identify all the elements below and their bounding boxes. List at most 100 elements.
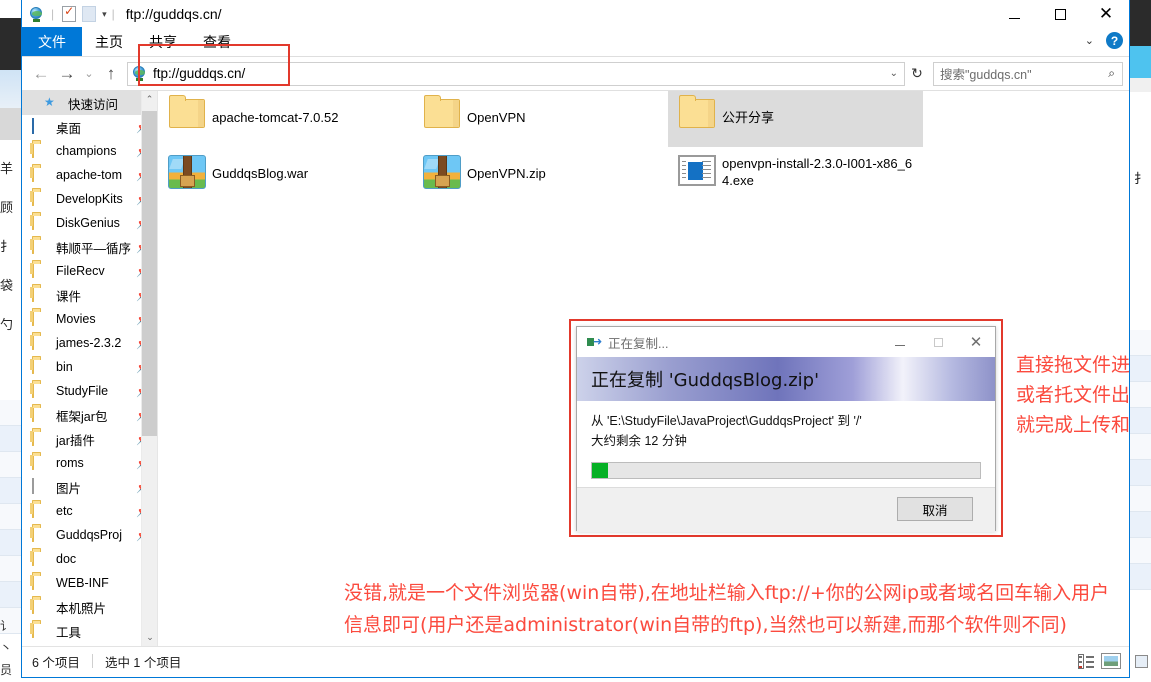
folder-icon xyxy=(32,502,50,519)
sidebar-item-apache-tom[interactable]: apache-tom 📌 xyxy=(22,163,157,187)
sidebar-item-studyfile[interactable]: StudyFile 📌 xyxy=(22,379,157,403)
sidebar-item-label: 本机照片 xyxy=(56,601,107,616)
sidebar-item-desktop[interactable]: 桌面 📌 xyxy=(22,115,157,139)
large-icons-view-icon[interactable] xyxy=(1101,653,1121,669)
folder-icon xyxy=(32,262,50,279)
sidebar-item-pictures[interactable]: 图片 📌 xyxy=(22,475,157,499)
globe-icon xyxy=(132,66,147,81)
chevron-down-icon[interactable]: ⌄ xyxy=(890,68,898,79)
sidebar-item-kejian[interactable]: 课件 📌 xyxy=(22,283,157,307)
sidebar-item-benjizhaopian[interactable]: 本机照片 xyxy=(22,595,157,619)
tab-file[interactable]: 文件 xyxy=(22,27,82,56)
sidebar-item-james[interactable]: james-2.3.2 📌 xyxy=(22,331,157,355)
qat-separator: | xyxy=(51,7,55,21)
search-input[interactable]: 搜索"guddqs.cn" ⌕ xyxy=(933,61,1123,86)
details-view-icon[interactable] xyxy=(1078,653,1095,669)
file-name: GuddqsBlog.war xyxy=(212,166,309,181)
dialog-minimize-button[interactable] xyxy=(881,327,919,357)
file-row-1: apache-tomcat-7.0.52 OpenVPN 公开分享 xyxy=(158,91,1129,147)
file-grid: apache-tomcat-7.0.52 OpenVPN 公开分享 Guddqs… xyxy=(158,91,1129,203)
sidebar-item-diskgenius[interactable]: DiskGenius 📌 xyxy=(22,211,157,235)
file-item-openvpn-installer[interactable]: openvpn-install-2.3.0-I001-x86_64.exe xyxy=(668,147,923,203)
pictures-icon xyxy=(32,478,50,495)
maximize-button[interactable] xyxy=(1037,0,1083,28)
dialog-close-button[interactable]: ✕ xyxy=(957,327,995,357)
file-explorer-window: | ▾ | ftp://guddqs.cn/ ✕ 文件 主页 共享 xyxy=(21,0,1130,678)
folder-icon xyxy=(32,454,50,471)
close-button[interactable]: ✕ xyxy=(1083,0,1129,28)
file-item-guddqsblog-war[interactable]: GuddqsBlog.war xyxy=(158,147,413,203)
sidebar-item-champions[interactable]: champions 📌 xyxy=(22,139,157,163)
scrollbar-thumb[interactable] xyxy=(142,111,157,436)
sidebar-item-quick-access[interactable]: ★ 快速访问 xyxy=(22,91,157,115)
explorer-body: ★ 快速访问 桌面 📌 champions 📌 xyxy=(22,90,1129,646)
ftp-site-icon[interactable] xyxy=(26,4,46,24)
file-item-openvpn-zip[interactable]: OpenVPN.zip xyxy=(413,147,668,203)
folder-icon xyxy=(162,95,212,128)
file-name: OpenVPN xyxy=(467,110,526,125)
sidebar-item-filerecv[interactable]: FileRecv 📌 xyxy=(22,259,157,283)
tab-home[interactable]: 主页 xyxy=(82,27,136,56)
ribbon-tabs: 文件 主页 共享 查看 ⌄ ? xyxy=(22,27,1129,57)
sidebar-item-label: DiskGenius xyxy=(56,216,120,230)
help-icon[interactable]: ? xyxy=(1106,32,1123,49)
sidebar-item-label: 桌面 xyxy=(56,121,82,136)
back-button[interactable]: ← xyxy=(28,61,54,87)
forward-button[interactable]: → xyxy=(54,61,80,87)
minimize-button[interactable] xyxy=(991,0,1037,28)
sidebar-item-label: jar插件 xyxy=(56,433,95,448)
sidebar-item-gongju[interactable]: 工具 xyxy=(22,619,157,643)
star-icon: ★ xyxy=(44,95,55,109)
dialog-title-bar: ➜ 正在复制... ✕ xyxy=(577,327,995,357)
folder-icon xyxy=(32,190,50,207)
recent-locations-button[interactable]: ⌄ xyxy=(80,61,98,87)
folder-icon xyxy=(417,95,467,128)
sidebar-item-hanshunping[interactable]: 韩顺平—循序 📌 xyxy=(22,235,157,259)
folder-icon xyxy=(32,550,50,567)
sidebar-item-etc[interactable]: etc 📌 xyxy=(22,499,157,523)
zip-archive-icon xyxy=(417,153,467,189)
sidebar-item-doc[interactable]: doc xyxy=(22,547,157,571)
nav-scrollbar[interactable]: ⌃ ⌄ xyxy=(141,91,157,646)
file-item-public-share[interactable]: 公开分享 xyxy=(668,91,923,147)
sidebar-item-label: 图片 xyxy=(56,481,82,496)
sidebar-item-developkits[interactable]: DevelopKits 📌 xyxy=(22,187,157,211)
file-name: OpenVPN.zip xyxy=(467,166,546,181)
address-bar-row: ← → ⌄ ↑ ftp://guddqs.cn/ ⌄ ↻ 搜索"guddqs.c… xyxy=(22,44,1129,90)
sidebar-item-roms[interactable]: roms 📌 xyxy=(22,451,157,475)
search-icon[interactable]: ⌕ xyxy=(1108,66,1115,81)
sidebar-item-jarplugin[interactable]: jar插件 📌 xyxy=(22,427,157,451)
scroll-up-icon[interactable]: ⌃ xyxy=(142,91,157,108)
sidebar-item-label: doc xyxy=(56,552,77,566)
copy-progress-dialog: ➜ 正在复制... ✕ 正在复制 'GuddqsBlog.zip' 从 'E:\… xyxy=(576,326,996,532)
sidebar-item-label: 框架jar包 xyxy=(56,409,108,424)
dialog-title-text: 正在复制... xyxy=(608,336,669,351)
dialog-banner: 正在复制 'GuddqsBlog.zip' xyxy=(577,357,995,401)
up-button[interactable]: ↑ xyxy=(98,61,124,87)
tab-view[interactable]: 查看 xyxy=(190,27,244,56)
cancel-button[interactable]: 取消 xyxy=(897,497,973,521)
progress-bar xyxy=(591,462,981,479)
new-folder-icon[interactable] xyxy=(79,4,99,24)
refresh-icon[interactable]: ↻ xyxy=(905,62,929,86)
executable-icon xyxy=(672,153,722,186)
address-input[interactable]: ftp://guddqs.cn/ ⌄ xyxy=(127,61,905,86)
sidebar-item-web-inf[interactable]: WEB-INF xyxy=(22,571,157,595)
properties-icon[interactable] xyxy=(59,4,79,24)
scroll-down-icon[interactable]: ⌄ xyxy=(142,629,157,646)
file-list-pane[interactable]: apache-tomcat-7.0.52 OpenVPN 公开分享 Guddqs… xyxy=(158,91,1129,646)
background-window-left: 羊顾扌袋勺 讠丶员 xyxy=(0,0,22,682)
sidebar-item-guddqsproj[interactable]: GuddqsProj 📌 xyxy=(22,523,157,547)
sidebar-item-bin[interactable]: bin 📌 xyxy=(22,355,157,379)
chevron-down-icon[interactable]: ▾ xyxy=(102,9,107,20)
file-item-openvpn[interactable]: OpenVPN xyxy=(413,91,668,147)
folder-icon xyxy=(32,382,50,399)
sidebar-item-kuangjiajar[interactable]: 框架jar包 📌 xyxy=(22,403,157,427)
sidebar-item-movies[interactable]: Movies 📌 xyxy=(22,307,157,331)
chevron-down-icon[interactable]: ⌄ xyxy=(1085,34,1094,47)
tab-share[interactable]: 共享 xyxy=(136,27,190,56)
file-item-apache-tomcat[interactable]: apache-tomcat-7.0.52 xyxy=(158,91,413,147)
sidebar-item-label: 韩顺平—循序 xyxy=(56,241,132,256)
folder-icon xyxy=(32,358,50,375)
dialog-maximize-button[interactable] xyxy=(919,327,957,357)
